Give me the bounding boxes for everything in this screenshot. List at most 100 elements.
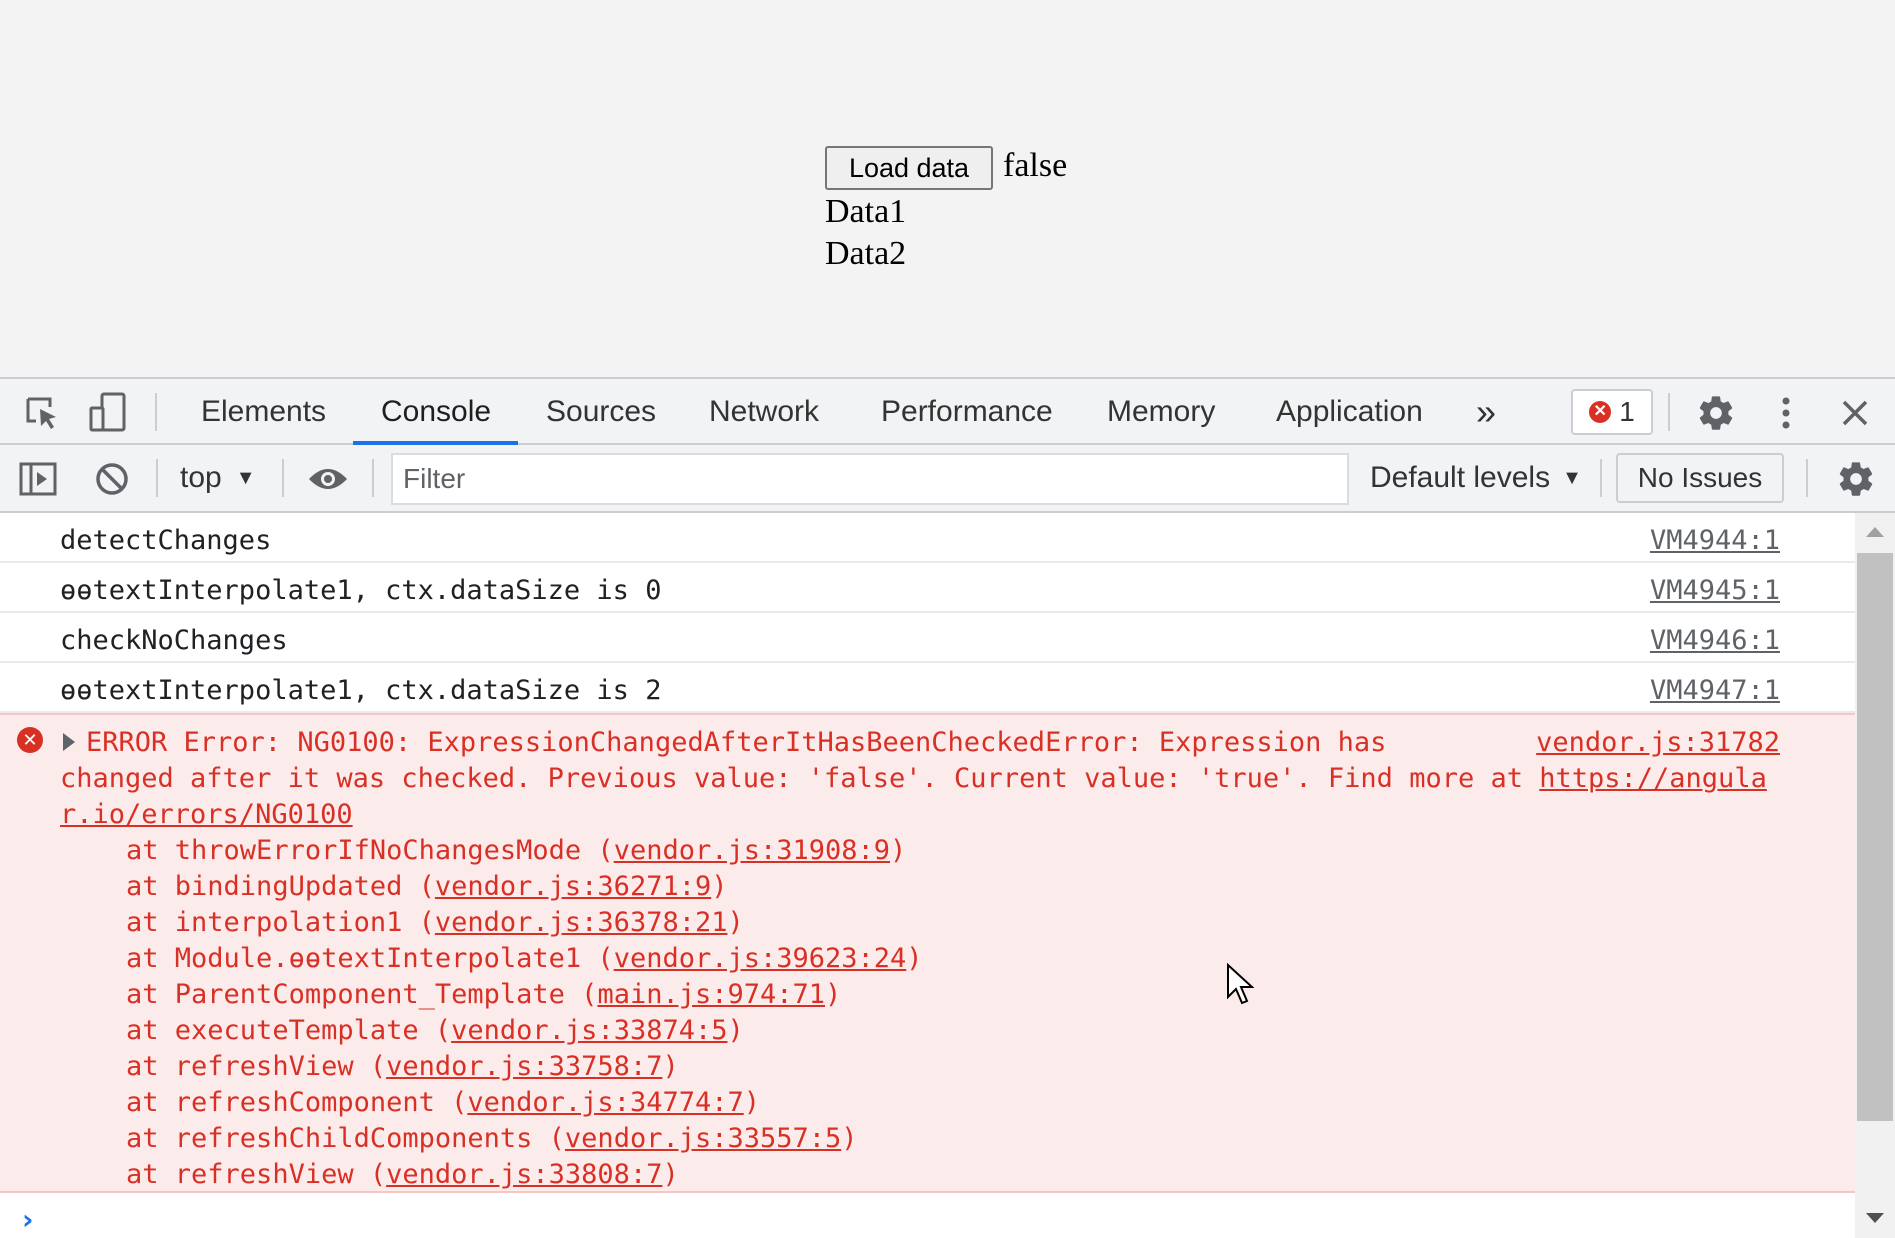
- stack-function-name: executeTemplate: [174, 1015, 419, 1046]
- console-message: ɵɵtextInterpolate1, ctx.dataSize is 0 VM…: [0, 563, 1855, 613]
- filter-input[interactable]: [391, 453, 1349, 505]
- stack-location-link[interactable]: vendor.js:31908:9: [614, 835, 890, 866]
- stack-paren: (: [581, 835, 614, 866]
- message-text: ɵɵtextInterpolate1, ctx.dataSize is 0: [60, 575, 662, 606]
- stack-function-name: interpolation1: [174, 907, 403, 938]
- stack-function-name: refreshView: [174, 1051, 354, 1082]
- page-content: Load data false Data1 Data2: [0, 0, 1895, 377]
- issues-button[interactable]: No Issues: [1616, 453, 1784, 503]
- inspect-element-icon[interactable]: [20, 393, 64, 433]
- console-error-message: ✕ ERROR Error: NG0100: ExpressionChanged…: [0, 713, 1855, 1193]
- context-label: top: [180, 461, 222, 494]
- stack-paren: (: [564, 979, 598, 1010]
- dropdown-arrow-icon: ▼: [235, 466, 256, 489]
- message-source-link[interactable]: VM4945:1: [1650, 575, 1780, 606]
- stack-frame: at bindingUpdated (vendor.js:36271:9): [126, 871, 727, 902]
- stack-frame: at refreshChildComponents (vendor.js:335…: [126, 1123, 858, 1154]
- console-message: detectChanges VM4944:1: [0, 513, 1855, 563]
- stack-at-keyword: at: [126, 943, 175, 974]
- stack-function-name: ParentComponent_Template: [174, 979, 565, 1010]
- stack-at-keyword: at: [126, 979, 175, 1010]
- stack-location-link[interactable]: vendor.js:33557:5: [565, 1123, 841, 1154]
- stack-paren: (: [353, 1051, 387, 1082]
- stack-location-link[interactable]: main.js:974:71: [597, 979, 825, 1010]
- scroll-up-arrow-icon[interactable]: [1866, 527, 1884, 537]
- error-text: changed after it was checked. Previous v…: [60, 763, 1540, 794]
- tab-performance[interactable]: Performance: [881, 379, 1053, 445]
- tab-network[interactable]: Network: [709, 379, 819, 445]
- stack-at-keyword: at: [126, 1051, 175, 1082]
- settings-icon[interactable]: [1694, 391, 1738, 435]
- error-docs-link[interactable]: https://angula: [1539, 763, 1767, 794]
- error-docs-link[interactable]: r.io/errors/NG0100: [60, 799, 353, 830]
- tab-sources[interactable]: Sources: [546, 379, 656, 445]
- stack-location-link[interactable]: vendor.js:33874:5: [451, 1015, 727, 1046]
- console-prompt-icon[interactable]: ›: [22, 1203, 34, 1236]
- console-scrollbar[interactable]: [1855, 513, 1895, 1238]
- stack-frame: at refreshView (vendor.js:33808:7): [126, 1159, 679, 1190]
- tab-console[interactable]: Console: [381, 379, 491, 445]
- stack-location-link[interactable]: vendor.js:34774:7: [467, 1087, 743, 1118]
- stack-at-keyword: at: [126, 835, 175, 866]
- more-tabs-button[interactable]: »: [1476, 379, 1496, 445]
- log-levels-dropdown[interactable]: Default levels ▼: [1370, 445, 1582, 511]
- stack-location-link[interactable]: vendor.js:39623:24: [614, 943, 907, 974]
- stack-paren: (: [353, 1159, 387, 1190]
- message-text: checkNoChanges: [60, 625, 288, 656]
- message-text: ɵɵtextInterpolate1, ctx.dataSize is 2: [60, 675, 662, 706]
- divider: [156, 459, 158, 497]
- stack-at-keyword: at: [126, 1087, 175, 1118]
- stack-paren: ): [743, 1087, 760, 1118]
- data-item: Data2: [825, 235, 907, 272]
- stack-location-link[interactable]: vendor.js:36271:9: [435, 871, 711, 902]
- stack-paren: ): [890, 835, 907, 866]
- message-source-link[interactable]: VM4946:1: [1650, 625, 1780, 656]
- stack-location-link[interactable]: vendor.js:33808:7: [386, 1159, 662, 1190]
- clear-console-icon[interactable]: [92, 459, 132, 499]
- device-toolbar-icon[interactable]: [86, 391, 130, 435]
- error-icon: ✕: [17, 727, 43, 753]
- sidebar-toggle-icon[interactable]: [18, 459, 58, 499]
- stack-paren: (: [581, 943, 614, 974]
- live-expression-eye-icon[interactable]: [306, 459, 350, 499]
- load-data-button[interactable]: Load data: [825, 146, 993, 190]
- tab-elements[interactable]: Elements: [201, 379, 326, 445]
- message-source-link[interactable]: VM4947:1: [1650, 675, 1780, 706]
- stack-paren: ): [841, 1123, 858, 1154]
- stack-frame: at executeTemplate (vendor.js:33874:5): [126, 1015, 744, 1046]
- error-count-badge[interactable]: ✕ 1: [1571, 389, 1653, 435]
- stack-at-keyword: at: [126, 1159, 175, 1190]
- tab-application[interactable]: Application: [1276, 379, 1423, 445]
- divider: [1668, 393, 1670, 431]
- dropdown-arrow-icon: ▼: [1562, 466, 1582, 489]
- stack-paren: ): [727, 1015, 744, 1046]
- stack-location-link[interactable]: vendor.js:33758:7: [386, 1051, 662, 1082]
- context-selector[interactable]: top ▼: [180, 445, 256, 511]
- console-settings-icon[interactable]: [1834, 457, 1878, 501]
- console-output: detectChanges VM4944:1 ɵɵtextInterpolate…: [0, 513, 1855, 1238]
- error-source-link[interactable]: vendor.js:31782: [1536, 727, 1780, 758]
- stack-function-name: throwErrorIfNoChangesMode: [174, 835, 582, 866]
- error-text-line: changed after it was checked. Previous v…: [60, 763, 1767, 794]
- message-source-link[interactable]: VM4944:1: [1650, 525, 1780, 556]
- expand-triangle-icon[interactable]: [63, 733, 75, 751]
- stack-frame: at Module.ɵɵtextInterpolate1 (vendor.js:…: [126, 943, 923, 974]
- stack-paren: (: [434, 1087, 468, 1118]
- scrollbar-thumb[interactable]: [1857, 553, 1893, 1121]
- stack-paren: (: [532, 1123, 565, 1154]
- stack-paren: ): [711, 871, 728, 902]
- stack-frame: at throwErrorIfNoChangesMode (vendor.js:…: [126, 835, 906, 866]
- stack-paren: ): [662, 1159, 679, 1190]
- stack-function-name: refreshComponent: [174, 1087, 435, 1118]
- stack-frame: at interpolation1 (vendor.js:36378:21): [126, 907, 744, 938]
- stack-function-name: refreshChildComponents: [174, 1123, 533, 1154]
- stack-paren: ): [825, 979, 842, 1010]
- stack-location-link[interactable]: vendor.js:36378:21: [435, 907, 728, 938]
- tab-memory[interactable]: Memory: [1107, 379, 1215, 445]
- console-message: checkNoChanges VM4946:1: [0, 613, 1855, 663]
- kebab-menu-icon[interactable]: [1762, 391, 1810, 435]
- scroll-down-arrow-icon[interactable]: [1866, 1213, 1884, 1223]
- stack-function-name: Module.ɵɵtextInterpolate1: [174, 943, 582, 974]
- error-icon: ✕: [1589, 401, 1612, 423]
- close-icon[interactable]: [1832, 391, 1878, 435]
